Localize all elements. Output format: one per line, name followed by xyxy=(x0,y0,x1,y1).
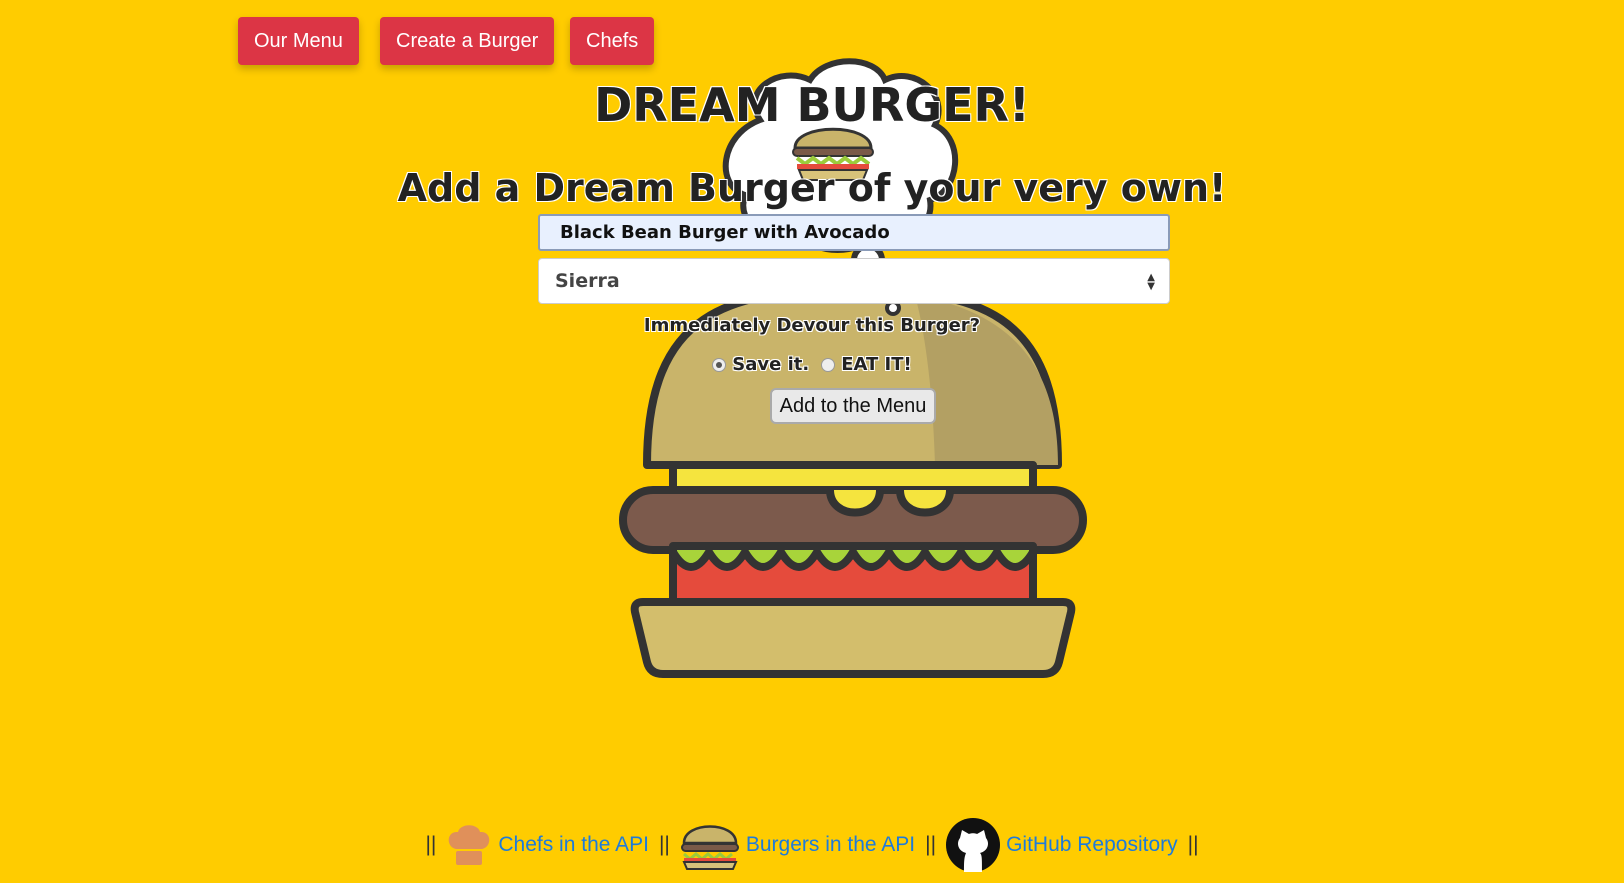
footer-separator: || xyxy=(425,833,437,856)
footer-separator: || xyxy=(658,833,670,856)
chef-select[interactable]: Sierra ▲ ▼ xyxy=(538,258,1170,304)
github-icon xyxy=(946,818,1001,872)
footer-separator: || xyxy=(1187,833,1199,856)
eat-it-label: EAT IT! xyxy=(841,354,912,375)
footer: || Chefs in the API || Burgers in the AP… xyxy=(0,818,1624,872)
footer-separator: || xyxy=(925,833,937,856)
devour-question-label: Immediately Devour this Burger? xyxy=(643,315,981,336)
save-it-label: Save it. xyxy=(732,354,810,375)
chefs-api-link[interactable]: Chefs in the API xyxy=(498,833,649,857)
page-title: DREAM BURGER! xyxy=(594,78,1030,132)
burger-illustration-icon xyxy=(619,290,1087,678)
github-repository-link[interactable]: GitHub Repository xyxy=(1006,833,1178,857)
select-arrows-icon: ▲ ▼ xyxy=(1147,272,1155,292)
chef-select-value: Sierra xyxy=(555,270,620,292)
eat-it-radio[interactable] xyxy=(821,357,836,372)
burger-icon xyxy=(680,825,739,870)
burgers-api-link[interactable]: Burgers in the API xyxy=(746,833,915,857)
nav-our-menu-button[interactable]: Our Menu xyxy=(238,17,359,65)
burger-name-input[interactable] xyxy=(538,214,1170,251)
add-to-menu-button[interactable]: Add to the Menu xyxy=(770,388,936,424)
nav-create-burger-button[interactable]: Create a Burger xyxy=(380,17,555,65)
chef-hat-icon xyxy=(449,825,490,865)
save-it-radio[interactable] xyxy=(712,357,727,372)
devour-radio-group: Save it. EAT IT! xyxy=(0,354,1624,375)
nav-chefs-button[interactable]: Chefs xyxy=(570,17,655,65)
page-subtitle: Add a Dream Burger of your very own! xyxy=(397,166,1227,210)
